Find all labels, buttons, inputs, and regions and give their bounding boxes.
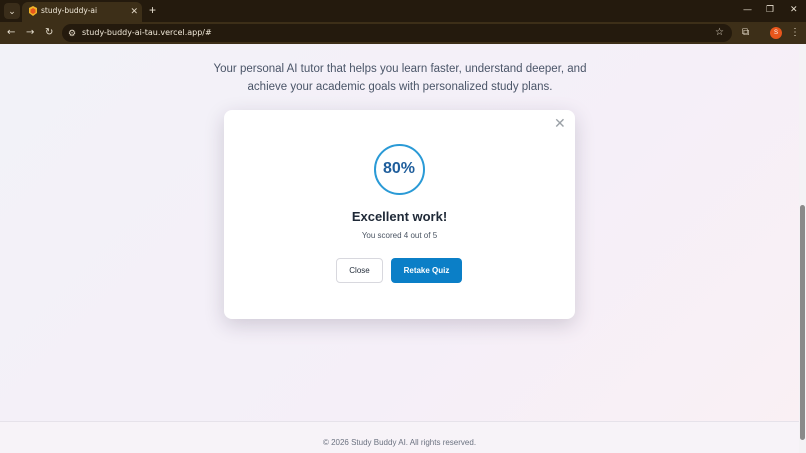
score-ring: 80% (374, 144, 425, 195)
reload-icon[interactable]: ↻ (45, 26, 53, 40)
score-percent: 80% (382, 160, 416, 177)
hero-description: Your personal AI tutor that helps you le… (200, 60, 600, 96)
arrow-right-icon[interactable]: → (26, 26, 34, 40)
new-tab-button[interactable]: + (149, 3, 156, 17)
close-icon[interactable]: ✕ (554, 116, 566, 132)
chevron-down-icon[interactable]: ⌄ (4, 3, 20, 19)
browser-tab[interactable]: study-buddy-ai ✕ (22, 2, 142, 22)
tab-title: study-buddy-ai (41, 6, 98, 15)
url-text[interactable]: study-buddy-ai-tau.vercel.app/# (82, 27, 212, 39)
minimize-icon[interactable]: — (743, 3, 752, 17)
address-bar[interactable]: ⚙ study-buddy-ai-tau.vercel.app/# ☆ (62, 24, 732, 42)
retake-quiz-button[interactable]: Retake Quiz (391, 258, 462, 283)
tune-icon[interactable]: ⚙ (68, 26, 76, 40)
restore-icon[interactable]: ❐ (766, 3, 774, 17)
hero-line-1: Your personal AI tutor that helps you le… (213, 63, 587, 75)
browser-tab-bar: ⌄ study-buddy-ai ✕ + — ❐ ✕ (0, 0, 806, 22)
favicon-icon (29, 6, 37, 16)
quiz-result-modal: ✕ 80% Excellent work! You scored 4 out o… (224, 110, 575, 319)
hero-line-2: achieve your academic goals with persona… (247, 81, 553, 93)
close-window-icon[interactable]: ✕ (790, 3, 798, 17)
footer: © 2026 Study Buddy AI. All rights reserv… (0, 421, 799, 453)
scrollbar-thumb[interactable] (800, 205, 805, 440)
kebab-menu-icon[interactable]: ⋮ (790, 26, 800, 40)
result-subtitle: You scored 4 out of 5 (361, 231, 438, 240)
star-icon[interactable]: ☆ (715, 26, 724, 40)
footer-copyright: © 2026 Study Buddy AI. All rights reserv… (322, 438, 477, 447)
arrow-left-icon[interactable]: ← (7, 26, 15, 40)
result-title: Excellent work! (351, 209, 448, 224)
puzzle-icon[interactable]: ⧉ (742, 26, 749, 40)
profile-avatar[interactable]: S (770, 27, 782, 39)
browser-toolbar: ← → ↻ ⚙ study-buddy-ai-tau.vercel.app/# … (0, 22, 806, 44)
close-button[interactable]: Close (336, 258, 383, 283)
tab-close-icon[interactable]: ✕ (130, 5, 138, 17)
